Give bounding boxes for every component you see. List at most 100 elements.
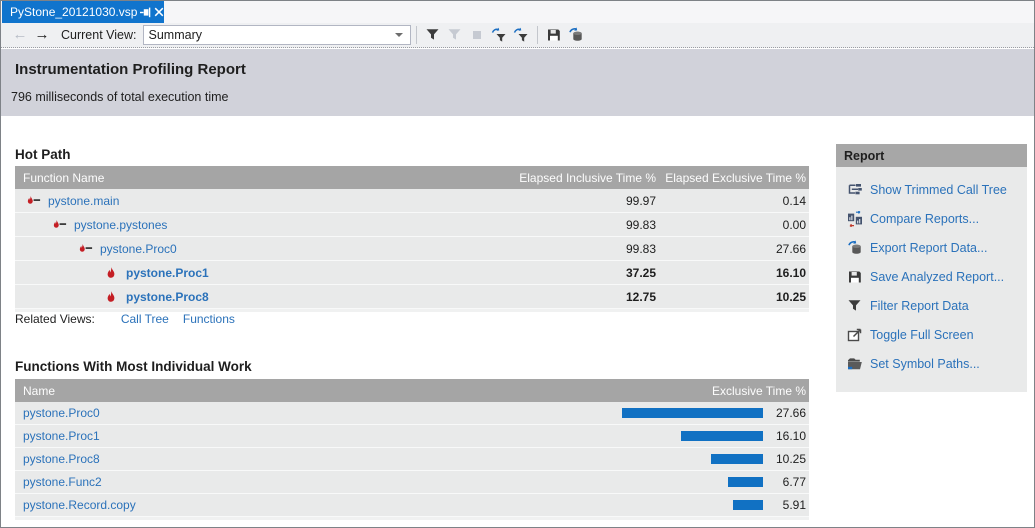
filter-report-data-link[interactable]: Filter Report Data xyxy=(870,299,969,313)
function-link[interactable]: pystone.Proc8 xyxy=(23,452,100,466)
function-link[interactable]: pystone.Proc1 xyxy=(126,266,209,280)
function-link[interactable]: pystone.Proc0 xyxy=(23,406,100,420)
page-title: Instrumentation Profiling Report xyxy=(15,61,1034,78)
export-report-data-item[interactable]: Export Report Data... xyxy=(836,233,1027,262)
function-link[interactable]: pystone.Record.copy xyxy=(23,498,136,512)
function-link[interactable]: pystone.Func2 xyxy=(23,475,102,489)
column-inclusive: Elapsed Inclusive Time % xyxy=(494,171,659,185)
hot-path-table-header: Function Name Elapsed Inclusive Time % E… xyxy=(15,166,809,189)
document-tab[interactable]: PyStone_20121030.vsp xyxy=(2,1,164,23)
report-panel-body: Show Trimmed Call Tree Compare Reports..… xyxy=(836,167,1027,392)
function-link[interactable]: pystone.pystones xyxy=(74,218,167,232)
exclusive-time-value: 10.25 xyxy=(763,452,809,466)
save-icon[interactable] xyxy=(543,24,565,46)
call-tree-link[interactable]: Call Tree xyxy=(121,312,169,326)
hotpath-flame-icon xyxy=(51,217,68,233)
exclusive-value: 0.00 xyxy=(659,218,809,232)
profiler-window: PyStone_20121030.vsp ← → Current View: S… xyxy=(0,0,1035,528)
hot-path-title: Hot Path xyxy=(15,147,71,162)
functions-link[interactable]: Functions xyxy=(183,312,235,326)
exclusive-time-bar xyxy=(681,431,763,441)
exclusive-time-bar xyxy=(711,454,763,464)
call-tree-icon xyxy=(846,182,863,198)
function-link[interactable]: pystone.Proc8 xyxy=(126,290,209,304)
report-panel-title: Report xyxy=(836,144,1027,167)
set-symbol-paths-link[interactable]: Set Symbol Paths... xyxy=(870,357,980,371)
table-row: pystone.Proc8 12.75 10.25 xyxy=(15,285,809,309)
save-icon xyxy=(846,269,863,285)
filter-icon xyxy=(846,298,863,314)
column-function-name: Function Name xyxy=(15,171,494,185)
show-trimmed-call-tree-link[interactable]: Show Trimmed Call Tree xyxy=(870,183,1007,197)
table-footer-strip xyxy=(15,517,809,520)
compare-reports-icon xyxy=(846,211,863,227)
current-view-label: Current View: xyxy=(61,28,137,42)
export-data-icon xyxy=(846,240,863,256)
flame-icon xyxy=(103,265,120,281)
view-select-value: Summary xyxy=(149,28,395,42)
flame-icon xyxy=(103,289,120,305)
compare-reports-link[interactable]: Compare Reports... xyxy=(870,212,979,226)
hotpath-flame-icon xyxy=(77,241,94,257)
table-row: pystone.main 99.97 0.14 xyxy=(15,189,809,213)
tab-bar: PyStone_20121030.vsp xyxy=(1,1,1034,23)
summary-content: Hot Path Function Name Elapsed Inclusive… xyxy=(1,116,1034,527)
pin-icon[interactable] xyxy=(139,4,152,20)
set-symbol-paths-item[interactable]: Set Symbol Paths... xyxy=(836,349,1027,378)
export-data-icon[interactable] xyxy=(565,24,587,46)
toolbar: ← → Current View: Summary xyxy=(1,23,1034,48)
save-analyzed-report-link[interactable]: Save Analyzed Report... xyxy=(870,270,1004,284)
exclusive-time-bar xyxy=(733,500,763,510)
table-row: pystone.pystones 99.83 0.00 xyxy=(15,213,809,237)
exclusive-time-value: 16.10 xyxy=(763,429,809,443)
function-link[interactable]: pystone.Proc0 xyxy=(100,242,177,256)
exclusive-value: 10.25 xyxy=(659,290,809,304)
fullscreen-icon xyxy=(846,327,863,343)
inclusive-value: 37.25 xyxy=(494,266,659,280)
functions-table-header: Name Exclusive Time % xyxy=(15,379,809,402)
inclusive-value: 12.75 xyxy=(494,290,659,304)
related-views: Related Views: Call Tree Functions xyxy=(15,312,235,326)
toggle-full-screen-item[interactable]: Toggle Full Screen xyxy=(836,320,1027,349)
chevron-down-icon xyxy=(395,33,403,37)
refresh-filter-icon[interactable] xyxy=(488,24,510,46)
exclusive-value: 27.66 xyxy=(659,242,809,256)
column-exclusive-time: Exclusive Time % xyxy=(579,384,809,398)
inclusive-value: 99.83 xyxy=(494,242,659,256)
hotpath-flame-icon xyxy=(25,193,42,209)
apply-filter-icon[interactable] xyxy=(510,24,532,46)
table-row: pystone.Proc8 10.25 xyxy=(15,448,809,471)
show-trimmed-call-tree-item[interactable]: Show Trimmed Call Tree xyxy=(836,175,1027,204)
table-row: pystone.Proc0 27.66 xyxy=(15,402,809,425)
exclusive-time-bar xyxy=(622,408,763,418)
toggle-full-screen-link[interactable]: Toggle Full Screen xyxy=(870,328,974,342)
folder-icon xyxy=(846,356,863,372)
column-exclusive: Elapsed Exclusive Time % xyxy=(659,171,809,185)
function-link[interactable]: pystone.main xyxy=(48,194,119,208)
export-report-data-link[interactable]: Export Report Data... xyxy=(870,241,987,255)
report-header: Instrumentation Profiling Report 796 mil… xyxy=(1,49,1034,116)
function-link[interactable]: pystone.Proc1 xyxy=(23,429,100,443)
table-row: pystone.Proc0 99.83 27.66 xyxy=(15,237,809,261)
filter-disabled-icon xyxy=(444,24,466,46)
stop-disabled-icon xyxy=(466,24,488,46)
report-panel: Report Show Trimmed Call Tree Compare Re… xyxy=(836,144,1027,392)
exclusive-time-value: 6.77 xyxy=(763,475,809,489)
table-row: pystone.Record.copy 5.91 xyxy=(15,494,809,517)
compare-reports-item[interactable]: Compare Reports... xyxy=(836,204,1027,233)
hot-path-table: Function Name Elapsed Inclusive Time % E… xyxy=(15,166,809,312)
back-icon[interactable]: ← xyxy=(9,24,31,46)
exclusive-time-value: 5.91 xyxy=(763,498,809,512)
filter-report-data-item[interactable]: Filter Report Data xyxy=(836,291,1027,320)
exclusive-time-value: 27.66 xyxy=(763,406,809,420)
view-select[interactable]: Summary xyxy=(143,25,411,45)
close-icon[interactable] xyxy=(154,4,164,20)
inclusive-value: 99.83 xyxy=(494,218,659,232)
table-row: pystone.Proc1 37.25 16.10 xyxy=(15,261,809,285)
inclusive-value: 99.97 xyxy=(494,194,659,208)
exclusive-time-bar xyxy=(728,477,763,487)
functions-section-title: Functions With Most Individual Work xyxy=(15,359,252,374)
forward-icon[interactable]: → xyxy=(31,24,53,46)
filter-icon[interactable] xyxy=(422,24,444,46)
save-analyzed-report-item[interactable]: Save Analyzed Report... xyxy=(836,262,1027,291)
